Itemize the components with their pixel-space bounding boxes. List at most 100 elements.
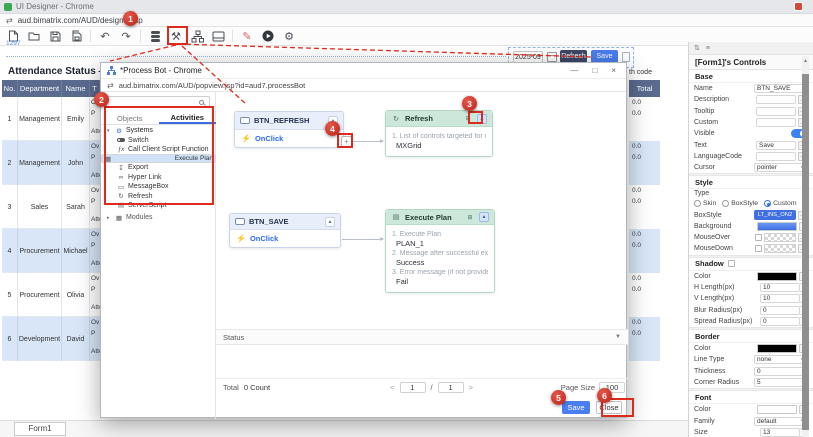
section-base[interactable]: Base▲ (689, 70, 813, 83)
app-root: UI Designer - Chrome ⇄ aud.bimatrix.com/… (0, 0, 813, 437)
mouseover-swatch[interactable] (764, 233, 796, 242)
collapse-chevron-icon[interactable]: ▲ (479, 212, 489, 222)
redo-icon[interactable]: ↷ (119, 29, 133, 43)
menu-icon[interactable]: ≡ (706, 45, 710, 52)
event-onclick[interactable]: ⚡OnClick (241, 134, 337, 143)
panel-scrollbar[interactable]: ▲ (802, 56, 809, 437)
save-icon[interactable] (48, 29, 62, 43)
col-header-department: Department (18, 80, 62, 97)
panel-header[interactable]: [Form1]'s Controls▼ (689, 55, 813, 70)
param-value[interactable]: MXGrid (396, 141, 486, 150)
chevron-down-icon[interactable]: ▼ (615, 334, 621, 340)
popup-url[interactable]: aud.bimatrix.com/AUD/popview.jsp?id=aud7… (119, 81, 306, 90)
prop-shadow-color: Color▼ (689, 271, 813, 282)
highlight-box-refresh-settings (468, 111, 483, 124)
languagecode-input[interactable] (756, 152, 796, 161)
attendance-table: No. Department Name T 1ManagementEmily O… (2, 80, 100, 361)
h-length-input[interactable]: 10 (760, 283, 800, 292)
attendance-table-total-column: th code Total 0.00.0 0.00.0 0.00.0 0.00.… (629, 69, 660, 361)
shadow-checkbox[interactable] (728, 260, 735, 267)
v-length-input[interactable]: 10 (760, 294, 800, 303)
radio-custom[interactable]: Custom (764, 200, 796, 207)
total-cell-group: 0.00.0 (629, 185, 660, 229)
radio-boxstyle[interactable]: BoxStyle (722, 200, 758, 207)
prop-shadow-spread: Spread Radius(px)0▲▼ (689, 316, 813, 327)
code-label-fragment: th code (629, 69, 660, 80)
popup-urlbar[interactable]: ⇄ aud.bimatrix.com/AUD/popview.jsp?id=au… (101, 79, 626, 92)
pin-icon[interactable]: ⇅ (694, 44, 700, 52)
page-input[interactable]: 1 (400, 382, 426, 393)
linetype-select[interactable]: none▼ (754, 355, 808, 364)
open-folder-icon[interactable] (27, 29, 41, 43)
status-section[interactable]: Status ▼ (216, 329, 628, 345)
node-header[interactable]: ▤ Execute Plan ⊞ ▲ (386, 210, 494, 225)
thickness-input[interactable]: 0 (754, 367, 808, 376)
font-color-swatch[interactable] (757, 405, 797, 414)
tab-form1[interactable]: Form1 (14, 422, 66, 436)
popup-maximize-button[interactable]: □ (592, 66, 597, 75)
text-input[interactable]: Save (756, 141, 796, 150)
run-icon[interactable] (261, 29, 275, 43)
page-prev-icon[interactable]: < (390, 383, 394, 392)
spread-radius-input[interactable]: 0 (760, 317, 800, 326)
popup-titlebar[interactable]: *Process Bot - Chrome — □ × (101, 63, 626, 79)
event-onclick[interactable]: ⚡OnClick (236, 234, 334, 243)
prop-mouseover: MouseOver… (689, 232, 813, 243)
settings-gear-icon[interactable]: ⚙ (282, 29, 296, 43)
param-value[interactable]: Fail (396, 277, 488, 286)
section-shadow[interactable]: Shadow (689, 258, 813, 271)
blur-radius-input[interactable]: 0 (760, 306, 800, 315)
prop-shadow-h: H Length(px)10▲▼ (689, 282, 813, 293)
node-execute-plan[interactable]: ▤ Execute Plan ⊞ ▲ 1. Execute Plan PLAN_… (385, 209, 495, 293)
description-input[interactable] (756, 95, 796, 104)
family-select[interactable]: default▼ (754, 417, 808, 426)
background-swatch[interactable] (757, 222, 797, 231)
corner-radius-input[interactable]: 5 (754, 378, 808, 387)
cursor-select[interactable]: pointer▼ (754, 163, 808, 172)
panel-box-icon[interactable] (211, 29, 225, 43)
font-size-input[interactable]: 13 (760, 428, 800, 437)
page-next-icon[interactable]: > (469, 383, 473, 392)
custom-input[interactable] (756, 118, 796, 127)
process-bot-icon[interactable] (190, 29, 204, 43)
border-color-swatch[interactable] (757, 344, 797, 353)
app-favicon (4, 3, 12, 11)
param-value[interactable]: Success (396, 258, 488, 267)
table-header-row: No. Department Name T (2, 80, 100, 97)
param-label: 3. Error message (if not provided (392, 269, 488, 276)
total-count: 0 Count (244, 383, 270, 392)
section-border[interactable]: Border (689, 330, 813, 343)
mouseover-checkbox[interactable] (755, 234, 762, 241)
section-font[interactable]: Font (689, 391, 813, 404)
grid-settings-icon[interactable]: ⊞ (465, 213, 475, 222)
boxstyle-chip[interactable]: LT_INS_ON2 (754, 210, 796, 220)
mousedown-swatch[interactable] (764, 244, 796, 253)
caret-right-icon: ▸ (107, 215, 112, 221)
scroll-up-icon[interactable]: ▲ (802, 58, 809, 64)
param-value[interactable]: PLAN_1 (396, 239, 488, 248)
button-control-icon (235, 218, 245, 225)
mousedown-checkbox[interactable] (755, 245, 762, 252)
collapse-chevron-icon[interactable]: ▲ (325, 217, 335, 227)
table-row: 4ProcurementMichael OvPAtte (2, 229, 100, 273)
node-btn-save[interactable]: BTN_SAVE ▲ ⚡OnClick (229, 213, 341, 248)
calendar-icon[interactable] (547, 52, 557, 62)
popup-minimize-button[interactable]: — (570, 66, 578, 75)
undo-icon[interactable]: ↶ (98, 29, 112, 43)
popup-close-button[interactable]: × (611, 66, 616, 75)
save-all-icon[interactable] (69, 29, 83, 43)
tree-node-modules[interactable]: ▸▦Modules (101, 213, 216, 222)
param-label: 1. Execute Plan (392, 231, 488, 238)
shadow-color-swatch[interactable] (757, 272, 797, 281)
prop-border-corner: Corner Radius5 (689, 377, 813, 388)
section-style[interactable]: Style▲ (689, 176, 813, 189)
database-icon[interactable] (148, 29, 162, 43)
scrollbar-thumb[interactable] (802, 74, 809, 430)
edit-icon[interactable]: ✎ (240, 29, 254, 43)
browser-urlbar[interactable]: ⇄ aud.bimatrix.com/AUD/designer.jsp (0, 14, 813, 27)
node-header[interactable]: BTN_SAVE ▲ (230, 214, 340, 230)
radio-skin[interactable]: Skin (694, 200, 716, 207)
name-input[interactable]: BTN_SAVE (754, 84, 808, 93)
tooltip-input[interactable] (756, 107, 796, 116)
save-button[interactable]: Save (562, 401, 590, 414)
